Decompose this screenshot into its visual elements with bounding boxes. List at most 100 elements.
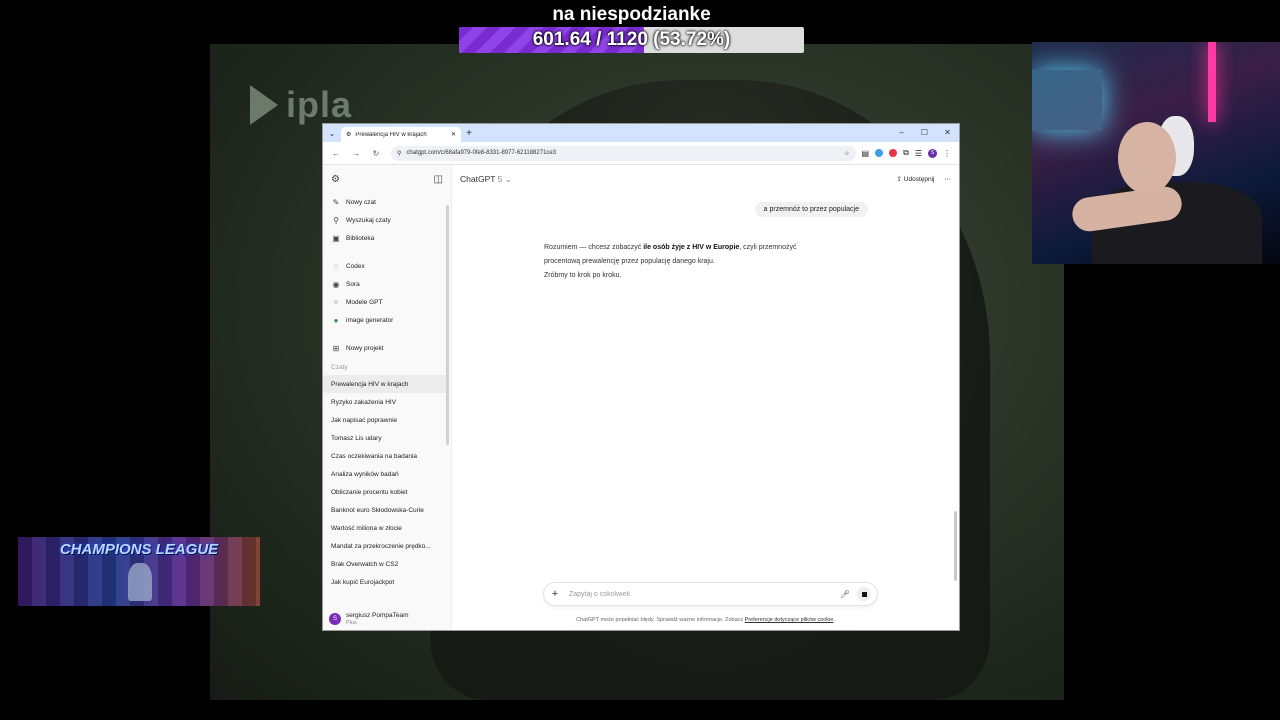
- sidebar-item-label: Modele GPT: [346, 298, 383, 306]
- browser-profile-avatar[interactable]: S: [928, 148, 937, 158]
- openai-logo-icon[interactable]: ⚙: [331, 174, 340, 185]
- assistant-line-2: procentową prewalencję przez populację d…: [544, 258, 715, 265]
- assistant-bold-text: ile osób żyje z HIV w Europie: [643, 244, 740, 251]
- forward-arrow-icon[interactable]: →: [347, 149, 365, 158]
- chat-main: ChatGPT 5 ⌄ ⇪ Udostępnij ⋯ a przemnóż to…: [452, 165, 959, 630]
- stop-icon: [861, 591, 867, 597]
- sidebar-item-library[interactable]: ▣ Biblioteka: [323, 229, 451, 247]
- extension-icon-2[interactable]: [875, 149, 884, 157]
- sidebar-item-label: Wyszukaj czaty: [346, 216, 391, 224]
- sidebar-item-label: Biblioteka: [346, 234, 375, 242]
- chat-history-item[interactable]: Prewalencja HIV w krajach: [323, 375, 448, 393]
- microphone-icon[interactable]: 🎤︎: [840, 590, 850, 599]
- cookie-preferences-link[interactable]: Preferencje dotyczące plików cookie: [745, 617, 834, 623]
- prompt-input[interactable]: [567, 589, 833, 599]
- tab-strip: ⌄ ⚙ Prewalencja HIV w krajach ✕ + – ☐ ✕: [323, 124, 959, 142]
- more-options-icon[interactable]: ⋯: [945, 175, 952, 183]
- maximize-icon[interactable]: ☐: [913, 124, 936, 142]
- model-selector[interactable]: ChatGPT 5 ⌄: [460, 174, 512, 185]
- browser-window: ⌄ ⚙ Prewalencja HIV w krajach ✕ + – ☐ ✕ …: [323, 124, 959, 630]
- extension-icon-1[interactable]: ▤: [862, 149, 870, 158]
- chat-scrollbar[interactable]: [954, 511, 957, 581]
- chat-history-item[interactable]: Mandat za przekroczenie prędko...: [323, 537, 448, 555]
- chat-history-item[interactable]: Analiza wyników badań: [323, 465, 448, 483]
- neon-light-cyan: [1032, 70, 1102, 130]
- assistant-text: , czyli przemnożyć: [739, 244, 797, 251]
- close-window-icon[interactable]: ✕: [936, 124, 959, 142]
- stop-generating-button[interactable]: [857, 587, 871, 601]
- browser-menu-icon[interactable]: ⋮: [943, 149, 951, 158]
- extensions-area: ▤ ⧉ ☰ S ⋮: [862, 148, 951, 158]
- share-button[interactable]: ⇪ Udostępnij: [897, 175, 935, 183]
- ipla-logo-text: ipla: [286, 84, 353, 125]
- minimize-icon[interactable]: –: [890, 124, 913, 142]
- play-icon: [250, 85, 278, 125]
- chat-history-item[interactable]: Jak kupić Eurojackpot: [323, 573, 448, 591]
- chat-history-item[interactable]: Obliczanie procentu kobiet: [323, 483, 448, 501]
- disclaimer-end: .: [833, 617, 835, 623]
- library-icon: ▣: [332, 233, 340, 243]
- chat-history-item[interactable]: Banknot euro Skłodowska-Curie: [323, 501, 448, 519]
- sidebar-scrollbar[interactable]: [446, 205, 449, 445]
- reload-icon[interactable]: ↻: [367, 149, 385, 158]
- sidebar-item-edit[interactable]: ✎ Nowy czat: [323, 193, 451, 211]
- extension-icon-3[interactable]: [889, 149, 898, 157]
- chevron-down-icon: ⌄: [504, 173, 512, 184]
- address-bar[interactable]: ⚲ chatgpt.com/c/68afa979-0fe8-8331-8977-…: [391, 145, 856, 161]
- chats-section-label: Czaty: [331, 364, 348, 371]
- extensions-puzzle-icon[interactable]: ⧉: [903, 148, 909, 158]
- assistant-text: Rozumiem — chcesz zobaczyć: [544, 244, 644, 251]
- assistant-line-3: Zróbmy to krok po kroku.: [544, 272, 622, 279]
- share-label: Udostępnij: [903, 176, 935, 183]
- browser-toolbar: ← → ↻ ⚲ chatgpt.com/c/68afa979-0fe8-8331…: [323, 142, 959, 165]
- chatgpt-page: ⚙ ◫ ✎ Nowy czat ⚲ Wyszukaj czaty ▣ Biblioteka…: [323, 165, 959, 630]
- sidebar-header: ⚙ ◫: [323, 165, 451, 193]
- streamer-head: [1118, 122, 1176, 194]
- chat-history-item[interactable]: Czas oczekiwania na badania: [323, 447, 448, 465]
- user-message: a przemnóż to przez populacje: [754, 202, 868, 217]
- sidebar-item-image-gen[interactable]: ● image generator: [323, 311, 451, 329]
- goal-title: na niespodzianke: [552, 4, 711, 25]
- sidebar-item-label: Nowy projekt: [346, 344, 384, 352]
- site-info-icon[interactable]: ⚲: [397, 150, 401, 157]
- back-arrow-icon[interactable]: ←: [327, 149, 345, 158]
- user-name: sergiusz PompaTeam: [346, 611, 409, 619]
- chat-history-item[interactable]: Tomasz Lis udary: [323, 429, 448, 447]
- sidebar-item-search[interactable]: ⚲ Wyszukaj czaty: [323, 211, 451, 229]
- sidebar-item-new-project[interactable]: ⊞ Nowy projekt: [323, 339, 451, 357]
- chat-history-item[interactable]: Wartość miliona w złocie: [323, 519, 448, 537]
- disclaimer: ChatGPT może popełniać błędy. Sprawdź wa…: [452, 617, 959, 623]
- chat-history-item[interactable]: Brak Overwatch w CS2: [323, 555, 448, 573]
- neon-light-pink: [1208, 42, 1216, 122]
- sidebar-item-codex[interactable]: ◌ Codex: [323, 257, 451, 275]
- sidebar-item-gpts[interactable]: ⁘ Modele GPT: [323, 293, 451, 311]
- tab-chatgpt[interactable]: ⚙ Prewalencja HIV w krajach ✕: [341, 127, 461, 142]
- model-version: 5: [497, 173, 503, 184]
- sora-icon: ◉: [332, 279, 340, 289]
- chat-history-item[interactable]: Ryzyko zakażenia HIV: [323, 393, 448, 411]
- tab-close-icon[interactable]: ✕: [451, 131, 456, 138]
- ipla-logo: ipla: [250, 84, 352, 126]
- tab-search-chevron-icon[interactable]: ⌄: [323, 129, 341, 138]
- gpts-icon: ⁘: [332, 297, 340, 307]
- url-text: chatgpt.com/c/68afa979-0fe8-8331-8977-62…: [406, 150, 557, 156]
- new-tab-button[interactable]: +: [461, 128, 477, 139]
- bookmark-star-icon[interactable]: ☆: [844, 150, 849, 157]
- sidebar-item-sora[interactable]: ◉ Sora: [323, 275, 451, 293]
- sidebar-item-label: image generator: [346, 316, 394, 324]
- goal-progress-text: 601.64 / 1120 (53.72%): [532, 29, 731, 50]
- attach-plus-icon[interactable]: +: [550, 588, 560, 600]
- disclaimer-text: ChatGPT może popełniać błędy. Sprawdź wa…: [576, 617, 745, 623]
- window-controls: – ☐ ✕: [890, 124, 959, 142]
- banner-title: CHAMPIONS LEAGUE: [59, 541, 219, 558]
- model-name: ChatGPT: [460, 173, 496, 184]
- share-icon: ⇪: [896, 176, 902, 183]
- sidebar-toggle-icon[interactable]: ◫: [434, 174, 443, 185]
- search-icon: ⚲: [333, 215, 339, 225]
- message-composer: + 🎤︎: [544, 583, 877, 605]
- chat-history-item[interactable]: Jak napisać poprawnie: [323, 411, 448, 429]
- champions-league-banner: CHAMPIONS LEAGUE: [18, 537, 260, 606]
- avatar: S: [329, 613, 341, 625]
- user-account[interactable]: S sergiusz PompaTeam Plus: [323, 608, 451, 630]
- reading-list-icon[interactable]: ☰: [915, 149, 922, 158]
